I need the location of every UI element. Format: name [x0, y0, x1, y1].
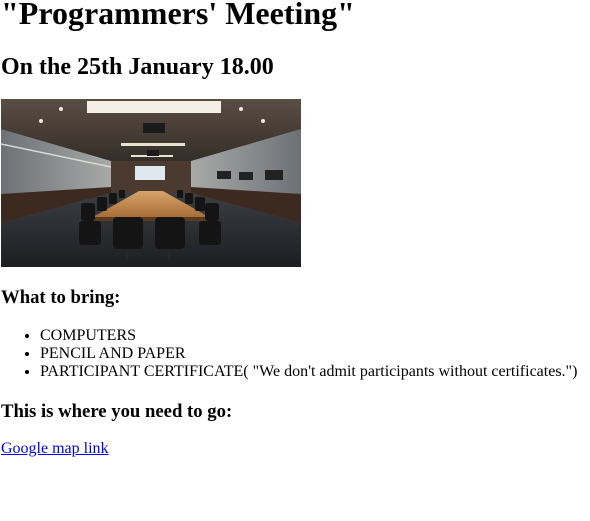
conference-room-photo — [1, 99, 301, 267]
bring-list: COMPUTERS PENCIL AND PAPER PARTICIPANT C… — [0, 327, 577, 381]
list-item: PARTICIPANT CERTIFICATE( "We don't admit… — [40, 363, 577, 381]
google-map-link[interactable]: Google map link — [1, 440, 109, 458]
list-item: PENCIL AND PAPER — [40, 345, 577, 363]
page-title: "Programmers' Meeting" — [1, 0, 355, 31]
list-item: COMPUTERS — [40, 327, 577, 345]
directions-heading: This is where you need to go: — [1, 401, 233, 422]
what-to-bring-heading: What to bring: — [1, 287, 121, 308]
page: "Programmers' Meeting" On the 25th Janua… — [0, 0, 590, 521]
meeting-date-heading: On the 25th January 18.00 — [1, 54, 274, 80]
